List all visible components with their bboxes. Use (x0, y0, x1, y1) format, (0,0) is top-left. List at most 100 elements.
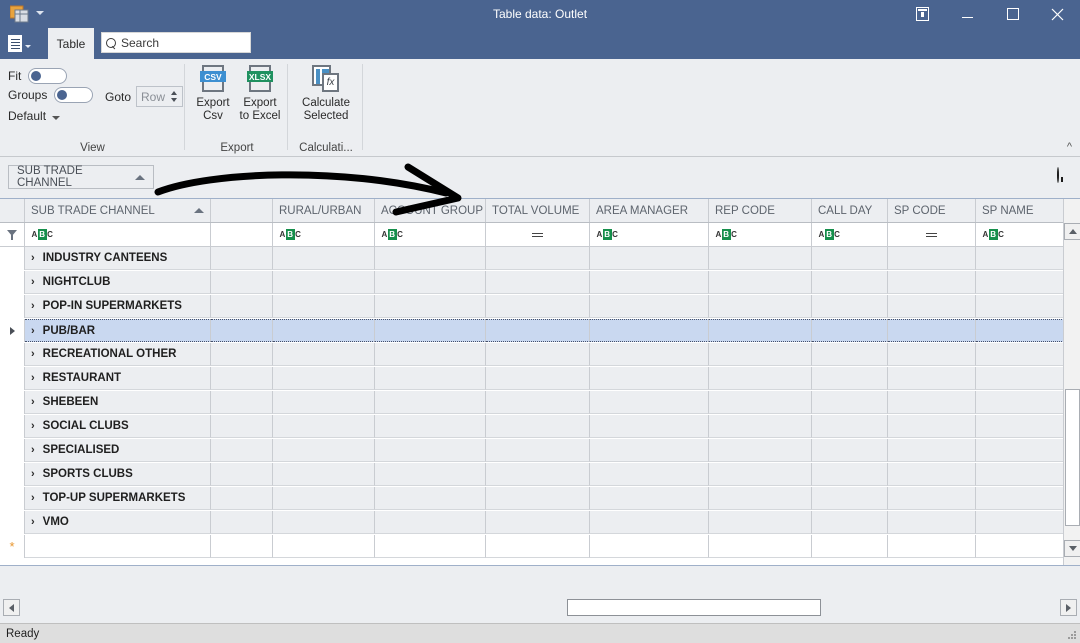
cell-rural_urban[interactable] (273, 295, 375, 318)
filter-cell-rural-urban[interactable]: ABC (273, 223, 375, 246)
column-header-spacer[interactable] (211, 199, 273, 222)
groups-toggle[interactable] (54, 87, 93, 103)
expand-group-icon[interactable]: › (31, 276, 35, 288)
resize-grip-icon[interactable] (1067, 631, 1077, 641)
cell-account_group[interactable] (375, 343, 486, 366)
cell-sp_name[interactable] (976, 367, 1066, 390)
cell-sp_name[interactable] (976, 487, 1066, 510)
column-header-rep-code[interactable]: REP CODE (709, 199, 812, 222)
cell-area_manager[interactable] (590, 343, 709, 366)
file-menu-button[interactable] (8, 31, 42, 56)
row-indicator[interactable] (0, 487, 25, 510)
cell-sp_code[interactable] (888, 271, 976, 294)
cell-call_day[interactable] (812, 271, 888, 294)
groups-toggle-row[interactable]: Groups (8, 87, 93, 103)
cell-rural_urban[interactable] (273, 439, 375, 462)
cell-total_volume[interactable] (486, 463, 590, 486)
table-row[interactable]: ›SPORTS CLUBS (0, 463, 1080, 487)
filter-cell-call-day[interactable]: ABC (812, 223, 888, 246)
cell-call_day[interactable] (812, 295, 888, 318)
cell-sp_code[interactable] (888, 439, 976, 462)
cell-spacer[interactable] (211, 319, 273, 342)
grid-vertical-scrollbar[interactable] (1063, 199, 1080, 565)
expand-group-icon[interactable]: › (31, 516, 35, 528)
cell-call_day[interactable] (812, 391, 888, 414)
group-cell-sub_trade_channel[interactable]: ›POP-IN SUPERMARKETS (25, 295, 211, 318)
column-header-sp-name[interactable]: SP NAME (976, 199, 1066, 222)
row-indicator[interactable] (0, 391, 25, 414)
row-indicator[interactable] (0, 367, 25, 390)
goto-control[interactable]: Goto Row (105, 86, 183, 107)
cell-spacer[interactable] (211, 487, 273, 510)
cell-sp_name[interactable] (976, 319, 1066, 342)
vertical-scroll-thumb[interactable] (1065, 389, 1080, 526)
group-cell-sub_trade_channel[interactable]: ›RECREATIONAL OTHER (25, 343, 211, 366)
cell-area_manager[interactable] (590, 295, 709, 318)
row-indicator[interactable] (0, 511, 25, 534)
cell-spacer[interactable] (211, 247, 273, 270)
filter-cell-sub-trade-channel[interactable]: ABC (25, 223, 211, 246)
filter-cell-rep-code[interactable]: ABC (709, 223, 812, 246)
new-record-cell-total_volume[interactable] (486, 535, 590, 558)
cell-total_volume[interactable] (486, 247, 590, 270)
group-cell-sub_trade_channel[interactable]: ›TOP-UP SUPERMARKETS (25, 487, 211, 510)
group-chip-sub-trade-channel[interactable]: SUB TRADE CHANNEL (8, 165, 154, 189)
table-row[interactable]: ›RESTAURANT (0, 367, 1080, 391)
cell-rural_urban[interactable] (273, 271, 375, 294)
cell-call_day[interactable] (812, 247, 888, 270)
cell-spacer[interactable] (211, 343, 273, 366)
tab-table[interactable]: Table (48, 28, 94, 59)
scroll-up-button[interactable] (1064, 223, 1080, 240)
cell-spacer[interactable] (211, 463, 273, 486)
table-row[interactable]: ›SHEBEEN (0, 391, 1080, 415)
horizontal-scroll-thumb[interactable] (567, 599, 821, 616)
cell-spacer[interactable] (211, 439, 273, 462)
cell-rep_code[interactable] (709, 343, 812, 366)
cell-sp_name[interactable] (976, 343, 1066, 366)
cell-sp_code[interactable] (888, 487, 976, 510)
cell-total_volume[interactable] (486, 511, 590, 534)
default-layout-dropdown[interactable]: Default (8, 109, 60, 123)
cell-rep_code[interactable] (709, 271, 812, 294)
new-record-row[interactable]: * (0, 535, 1080, 559)
scroll-right-button[interactable] (1060, 599, 1077, 616)
cell-total_volume[interactable] (486, 391, 590, 414)
cell-area_manager[interactable] (590, 319, 709, 342)
cell-call_day[interactable] (812, 463, 888, 486)
cell-account_group[interactable] (375, 367, 486, 390)
group-cell-sub_trade_channel[interactable]: ›SPORTS CLUBS (25, 463, 211, 486)
cell-account_group[interactable] (375, 247, 486, 270)
cell-rural_urban[interactable] (273, 511, 375, 534)
row-indicator[interactable] (0, 439, 25, 462)
cell-total_volume[interactable] (486, 343, 590, 366)
column-header-sp-code[interactable]: SP CODE (888, 199, 976, 222)
cell-sp_code[interactable] (888, 367, 976, 390)
group-cell-sub_trade_channel[interactable]: ›PUB/BAR (25, 319, 211, 342)
cell-account_group[interactable] (375, 463, 486, 486)
cell-sp_name[interactable] (976, 511, 1066, 534)
cell-account_group[interactable] (375, 487, 486, 510)
cell-total_volume[interactable] (486, 487, 590, 510)
sort-ascending-icon[interactable] (135, 175, 145, 180)
cell-sp_name[interactable] (976, 295, 1066, 318)
row-indicator[interactable] (0, 343, 25, 366)
new-record-cell-sp_code[interactable] (888, 535, 976, 558)
cell-rep_code[interactable] (709, 487, 812, 510)
cell-rep_code[interactable] (709, 511, 812, 534)
filter-cell-spacer[interactable] (211, 223, 273, 246)
cell-sp_code[interactable] (888, 247, 976, 270)
table-row[interactable]: ›INDUSTRY CANTEENS (0, 247, 1080, 271)
new-record-cell-call_day[interactable] (812, 535, 888, 558)
table-row[interactable]: ›TOP-UP SUPERMARKETS (0, 487, 1080, 511)
fit-toggle[interactable] (28, 68, 67, 84)
cell-area_manager[interactable] (590, 439, 709, 462)
cell-rep_code[interactable] (709, 415, 812, 438)
cell-call_day[interactable] (812, 415, 888, 438)
cell-account_group[interactable] (375, 319, 486, 342)
column-header-total-volume[interactable]: TOTAL VOLUME (486, 199, 590, 222)
fit-toggle-row[interactable]: Fit (8, 68, 67, 84)
cell-spacer[interactable] (211, 367, 273, 390)
stepper-down-icon[interactable] (171, 98, 177, 102)
new-record-cell-sp_name[interactable] (976, 535, 1066, 558)
table-row[interactable]: ›VMO (0, 511, 1080, 535)
